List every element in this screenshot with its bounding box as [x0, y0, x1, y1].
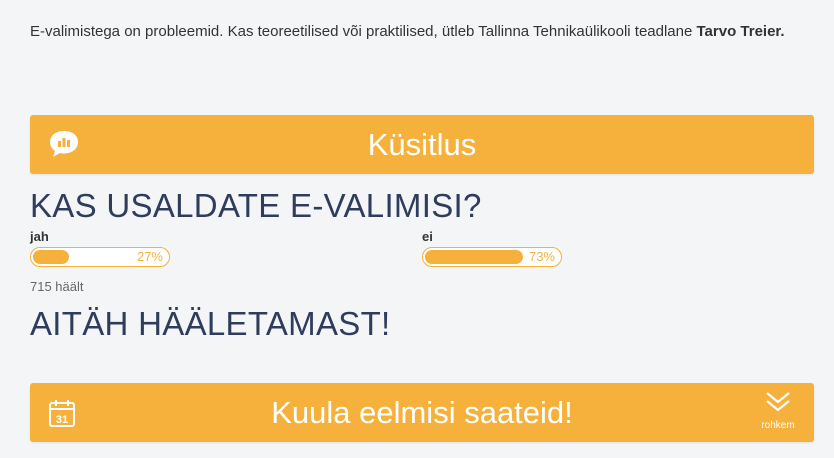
calendar-31-icon: 31	[48, 398, 76, 433]
chat-bar-chart-icon	[48, 129, 80, 164]
poll-thanks-message: AITÄH HÄÄLETAMAST!	[30, 305, 391, 342]
poll-vote-count: 715 häält	[30, 279, 84, 294]
more-episodes-title: Kuula eelmisi saateid!	[271, 394, 573, 430]
poll-banner-title: Küsitlus	[367, 126, 477, 162]
more-episodes-banner[interactable]: 31 Kuula eelmisi saateid! rohkem	[30, 383, 814, 442]
more-label: rohkem	[761, 420, 795, 431]
poll-option-bar-yes[interactable]: 27%	[30, 247, 170, 267]
calendar-day-number: 31	[56, 414, 68, 426]
poll-option-percent: 73%	[528, 249, 555, 264]
poll-option-label-no: ei	[422, 229, 433, 244]
poll-question: KAS USALDATE E-VALIMISI?	[30, 187, 482, 224]
article-intro: E-valimistega on probleemid. Kas teoreet…	[30, 18, 810, 45]
poll-bar-fill	[33, 250, 69, 264]
poll-bar-fill	[425, 250, 523, 264]
poll-option-bar-no[interactable]: 73%	[422, 247, 562, 267]
double-chevron-down-icon	[765, 391, 791, 418]
poll-option-percent: 27%	[136, 249, 163, 264]
more-button[interactable]: rohkem	[756, 391, 800, 431]
poll-option-label-yes: jah	[30, 229, 49, 244]
intro-text: E-valimistega on probleemid. Kas teoreet…	[30, 23, 697, 40]
poll-banner[interactable]: Küsitlus	[30, 115, 814, 174]
intro-author: Tarvo Treier.	[696, 23, 785, 40]
